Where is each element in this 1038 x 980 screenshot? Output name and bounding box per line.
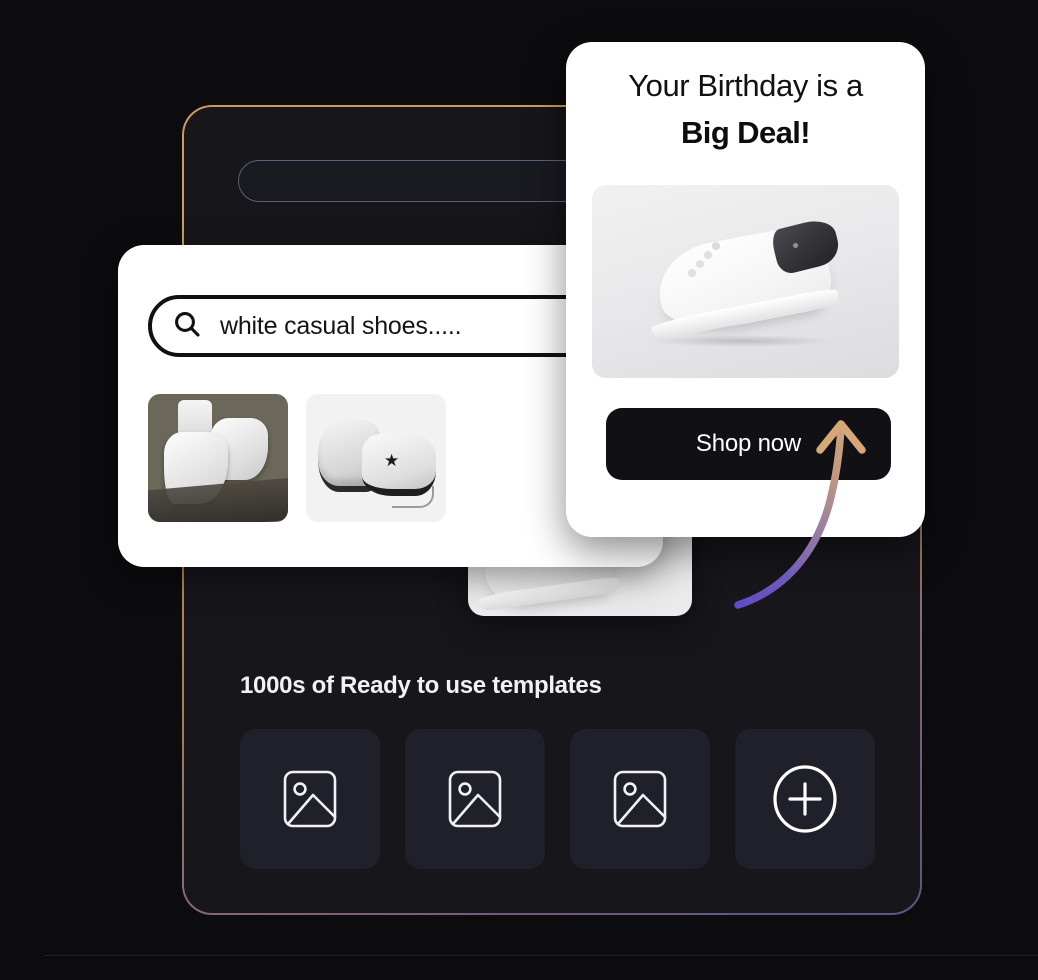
shop-now-button[interactable]: Shop now xyxy=(606,408,891,480)
template-tile-2[interactable] xyxy=(405,729,545,869)
search-results-row: ★ xyxy=(148,394,446,522)
product-monogram-heel xyxy=(769,215,843,277)
magnifier-icon xyxy=(172,309,202,344)
search-result-thumb-2[interactable]: ★ xyxy=(306,394,446,522)
template-tile-3[interactable] xyxy=(570,729,710,869)
promo-headline-line-1: Your Birthday is a xyxy=(628,68,863,103)
search-result-thumb-1[interactable] xyxy=(148,394,288,522)
product-laces xyxy=(688,269,696,277)
star-logo-icon: ★ xyxy=(384,451,400,470)
canvas: 1000s of Ready to use templates white ca… xyxy=(0,0,1038,980)
add-template-tile[interactable] xyxy=(735,729,875,869)
template-tile-1[interactable] xyxy=(240,729,380,869)
promo-product-image xyxy=(592,185,899,378)
lace-shape xyxy=(392,486,434,508)
image-placeholder-icon xyxy=(609,768,671,830)
bottom-divider xyxy=(45,955,1038,956)
image-placeholder-icon xyxy=(279,768,341,830)
templates-heading: 1000s of Ready to use templates xyxy=(240,672,602,699)
promo-headline-line-2: Big Deal! xyxy=(681,115,811,150)
product-shadow xyxy=(646,335,836,347)
sock-shape xyxy=(178,400,212,436)
template-tile-row xyxy=(240,729,875,869)
add-circle-icon xyxy=(769,763,841,835)
birthday-promo-card: Your Birthday is a Big Deal! Shop now xyxy=(566,42,925,537)
shop-now-label: Shop now xyxy=(695,430,802,457)
image-placeholder-icon xyxy=(444,768,506,830)
search-query-text: white casual shoes..... xyxy=(220,311,462,340)
